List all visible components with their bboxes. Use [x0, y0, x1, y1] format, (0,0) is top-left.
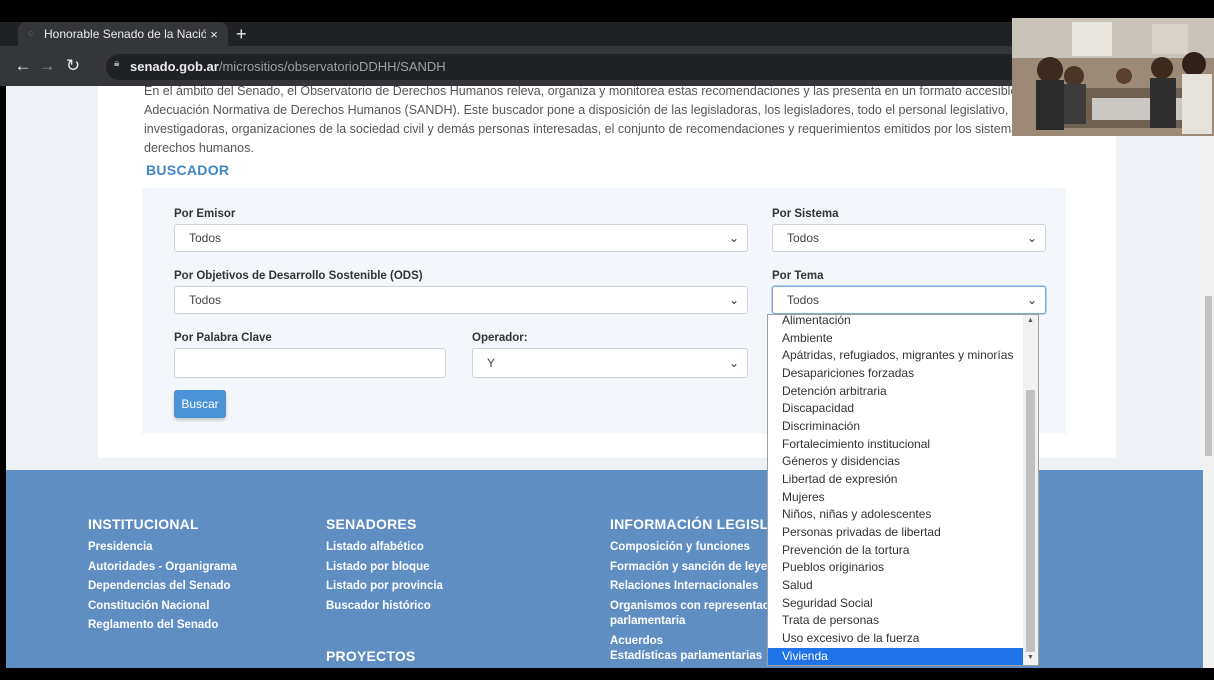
favicon-icon: ◌	[28, 28, 34, 39]
footer-link[interactable]: Listado por bloque	[326, 558, 443, 578]
buscador-heading: BUSCADOR	[146, 162, 230, 178]
emisor-value: Todos	[189, 231, 222, 245]
footer-link[interactable]: Estadísticas parlamentarias	[610, 647, 786, 667]
footer-link[interactable]: Dependencias del Senado	[88, 577, 237, 597]
footer-link[interactable]: Presidencia	[88, 538, 237, 558]
palabra-clave-label: Por Palabra Clave	[174, 332, 272, 344]
sistema-value: Todos	[787, 231, 820, 245]
footer-link[interactable]: Formación y sanción de leyes	[610, 558, 786, 578]
page-scroll-thumb[interactable]	[1205, 296, 1212, 456]
footer-link[interactable]: Buscador histórico	[326, 597, 443, 617]
url-text[interactable]: senado.gob.ar/micrositios/observatorioDD…	[130, 59, 446, 74]
chevron-down-icon: ⌄	[728, 231, 739, 245]
footer-link[interactable]: Constitución Nacional	[88, 597, 237, 617]
footer-links-info-legislativa: Composición y funciones Formación y sanc…	[610, 538, 786, 667]
chevron-down-icon: ⌄	[728, 293, 739, 307]
footer-links-institucional: Presidencia Autoridades - Organigrama De…	[88, 538, 237, 636]
operador-label: Operador:	[472, 332, 528, 344]
footer-link[interactable]: Autoridades - Organigrama	[88, 558, 237, 578]
scroll-down-icon[interactable]: ▼	[1025, 654, 1036, 661]
intro-line-2: Adecuación Normativa de Derechos Humanos…	[144, 103, 1103, 117]
footer-link[interactable]: Composición y funciones	[610, 538, 786, 558]
chevron-down-icon: ⌄	[1026, 231, 1037, 245]
ods-label: Por Objetivos de Desarrollo Sostenible (…	[174, 270, 423, 282]
back-icon[interactable]: ←	[12, 52, 34, 80]
tema-option[interactable]: Pueblos originarios	[768, 559, 1023, 576]
tema-option[interactable]: Géneros y disidencias	[768, 453, 1023, 470]
buscar-button[interactable]: Buscar	[174, 390, 226, 418]
tema-option[interactable]: Uso excesivo de la fuerza	[768, 630, 1023, 647]
dropdown-scroll-thumb[interactable]	[1026, 390, 1035, 652]
footer-link[interactable]: Listado alfabético	[326, 538, 443, 558]
sistema-label: Por Sistema	[772, 208, 839, 220]
footer-links-senadores: Listado alfabético Listado por bloque Li…	[326, 538, 443, 616]
footer-heading-institucional: INSTITUCIONAL	[88, 516, 199, 532]
tema-option[interactable]: Desapariciones forzadas	[768, 365, 1023, 382]
scroll-up-icon[interactable]: ▲	[1025, 317, 1036, 324]
tema-value: Todos	[787, 293, 820, 307]
tema-label: Por Tema	[772, 270, 824, 282]
tema-option[interactable]: Alimentación	[768, 312, 1023, 329]
tema-option[interactable]: Salud	[768, 577, 1023, 594]
browser-tab[interactable]: ◌ Honorable Senado de la Nación ×	[18, 22, 228, 46]
tema-option[interactable]: Discriminación	[768, 418, 1023, 435]
ods-value: Todos	[189, 293, 222, 307]
tema-option[interactable]: Fortalecimiento institucional	[768, 436, 1023, 453]
emisor-label: Por Emisor	[174, 208, 236, 220]
tema-option[interactable]: Prevención de la tortura	[768, 542, 1023, 559]
tema-option-selected[interactable]: Vivienda	[768, 648, 1023, 665]
tema-select[interactable]: Todos ⌄	[772, 286, 1046, 314]
tema-option[interactable]: Libertad de expresión	[768, 471, 1023, 488]
tema-option[interactable]: Niños, niñas y adolescentes	[768, 506, 1023, 523]
tema-option[interactable]: Discapacidad	[768, 400, 1023, 417]
screen-bottom-bar	[0, 668, 1214, 680]
intro-line-4: derechos humanos.	[144, 141, 254, 155]
tema-option[interactable]: Apátridas, refugiados, migrantes y minor…	[768, 347, 1023, 364]
tema-dropdown-list[interactable]: Alimentación Ambiente Apátridas, refugia…	[767, 312, 1039, 666]
new-tab-button[interactable]: +	[236, 23, 247, 45]
operador-value: Y	[487, 356, 496, 370]
footer-heading-senadores: SENADORES	[326, 516, 417, 532]
tema-option[interactable]: Trata de personas	[768, 612, 1023, 629]
tema-option[interactable]: Detención arbitraria	[768, 383, 1023, 400]
ods-select[interactable]: Todos ⌄	[174, 286, 748, 314]
tab-title: Honorable Senado de la Nación	[44, 27, 206, 41]
url-path: /micrositios/observatorioDDHH/SANDH	[218, 59, 446, 74]
footer-heading-proyectos: PROYECTOS	[326, 648, 416, 664]
palabra-clave-input[interactable]	[174, 348, 446, 378]
webcam-scene	[1012, 18, 1214, 136]
url-domain: senado.gob.ar	[130, 59, 219, 74]
tema-option[interactable]: Ambiente	[768, 330, 1023, 347]
reload-icon[interactable]: ↻	[62, 52, 84, 80]
footer-link[interactable]: Relaciones Internacionales	[610, 577, 786, 597]
emisor-select[interactable]: Todos ⌄	[174, 224, 748, 252]
chevron-down-icon: ⌄	[1026, 293, 1037, 307]
webcam-overlay-image	[1012, 18, 1214, 136]
close-tab-icon[interactable]: ×	[206, 27, 222, 42]
forward-icon[interactable]: →	[36, 52, 58, 80]
sistema-select[interactable]: Todos ⌄	[772, 224, 1046, 252]
lock-icon[interactable]: 🔒︎	[114, 58, 124, 72]
tema-option[interactable]: Mujeres	[768, 489, 1023, 506]
operador-select[interactable]: Y ⌄	[472, 348, 748, 378]
intro-line-3: investigadoras, organizaciones de la soc…	[144, 122, 1153, 136]
footer-link[interactable]: Listado por provincia	[326, 577, 443, 597]
chevron-down-icon: ⌄	[728, 356, 739, 370]
tema-option[interactable]: Personas privadas de libertad	[768, 524, 1023, 541]
intro-text: En el ámbito del Senado, el Observatorio…	[144, 86, 1155, 158]
intro-line-1: En el ámbito del Senado, el Observatorio…	[144, 86, 1155, 98]
footer-link[interactable]: Reglamento del Senado	[88, 616, 237, 636]
tema-option[interactable]: Seguridad Social	[768, 595, 1023, 612]
